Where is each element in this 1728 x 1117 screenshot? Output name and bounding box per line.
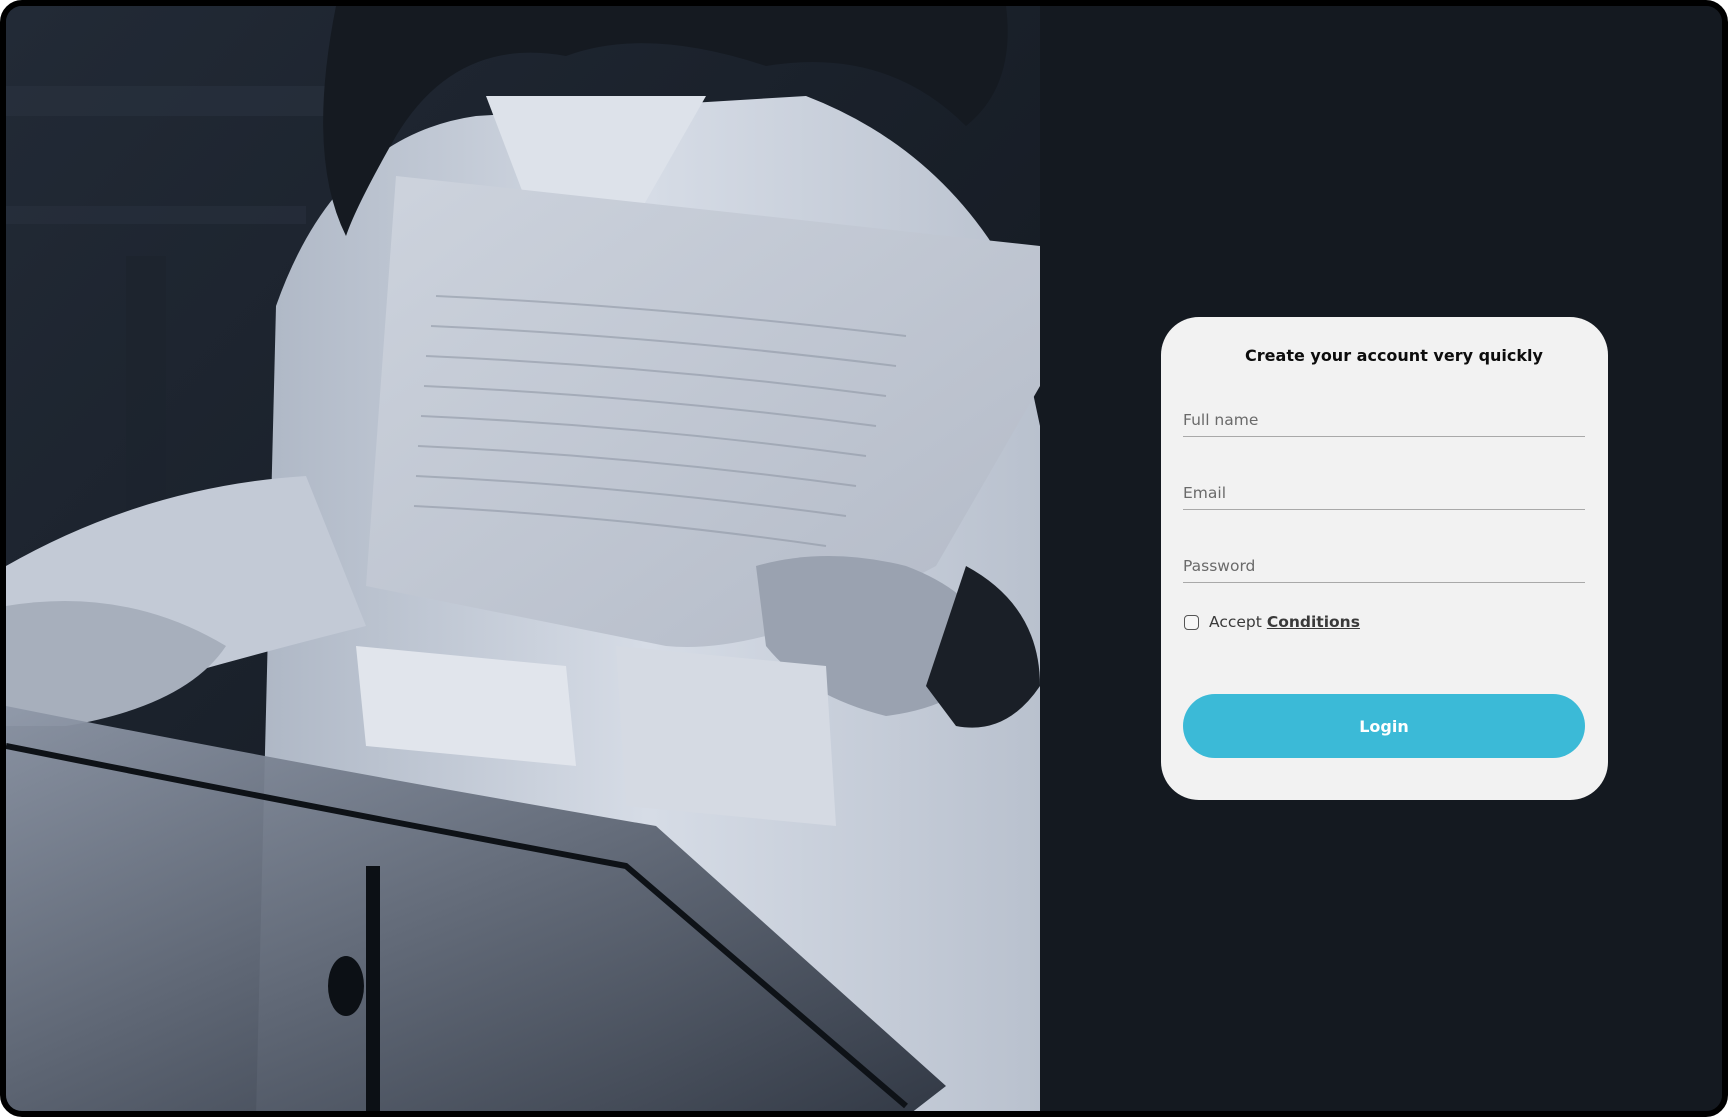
password-field bbox=[1183, 550, 1585, 583]
email-field bbox=[1183, 477, 1585, 510]
accept-checkbox[interactable] bbox=[1184, 614, 1199, 630]
hero-photo bbox=[6, 6, 1040, 1111]
accept-conditions-row: Accept Conditions bbox=[1183, 613, 1585, 631]
hero-photo-illustration bbox=[6, 6, 1040, 1111]
full-name-input[interactable] bbox=[1183, 411, 1585, 429]
accept-label: Accept bbox=[1209, 613, 1262, 631]
email-input[interactable] bbox=[1183, 484, 1585, 502]
full-name-field bbox=[1183, 404, 1585, 437]
login-button[interactable]: Login bbox=[1183, 694, 1585, 758]
signup-card: Create your account very quickly Accept … bbox=[1161, 317, 1608, 800]
card-title: Create your account very quickly bbox=[1245, 346, 1543, 365]
conditions-link[interactable]: Conditions bbox=[1267, 613, 1360, 631]
password-input[interactable] bbox=[1183, 557, 1585, 575]
